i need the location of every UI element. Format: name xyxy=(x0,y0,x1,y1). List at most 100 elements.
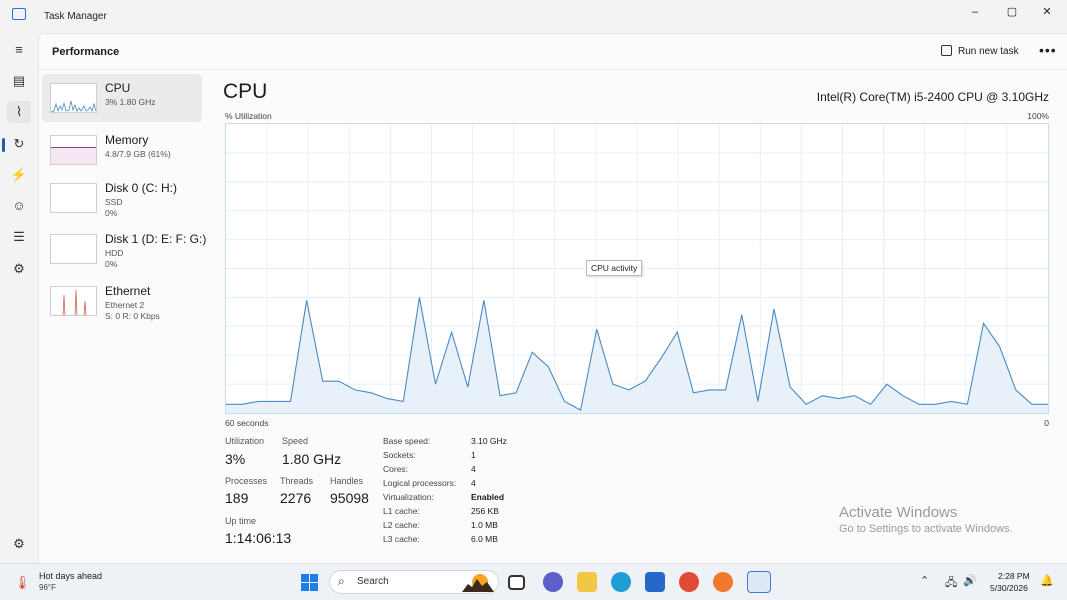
x-axis-start-label: 60 seconds xyxy=(225,418,269,428)
weather-title[interactable]: Hot days ahead xyxy=(39,571,102,581)
firefox-taskbar-icon[interactable] xyxy=(713,572,733,592)
spec-key: Virtualization: xyxy=(383,492,434,502)
search-highlight-icon xyxy=(462,574,494,592)
startup-apps-icon[interactable]: ⚡ xyxy=(7,164,31,186)
disk-0-thumbnail-graph xyxy=(50,183,97,213)
clock-date[interactable]: 5/30/2026 xyxy=(990,583,1028,593)
weather-temperature[interactable]: 96°F xyxy=(39,583,56,592)
processes-value: 189 xyxy=(225,490,249,506)
device-disk-0[interactable]: Disk 0 (C: H:) SSD 0% xyxy=(42,174,202,222)
settings-icon[interactable]: ⚙ xyxy=(7,533,31,555)
device-summary: 3% 1.80 GHz xyxy=(105,97,156,107)
minimize-button[interactable]: – xyxy=(958,0,992,24)
taskbar: 🌡 Hot days ahead 96°F ⌕ Search ⌃ 🖧 🔊 2:2… xyxy=(0,563,1067,600)
chrome-taskbar-icon[interactable] xyxy=(679,572,699,592)
performance-icon[interactable]: ⌇ xyxy=(7,101,31,123)
maximize-button[interactable]: ▢ xyxy=(995,0,1029,24)
spec-key: L3 cache: xyxy=(383,534,420,544)
activate-windows-subtitle: Go to Settings to activate Windows. xyxy=(839,523,1013,535)
spec-value: 4 xyxy=(471,464,476,474)
y-axis-max: 100% xyxy=(1027,111,1049,121)
page-title: Performance xyxy=(52,46,120,58)
device-name: Disk 0 (C: H:) xyxy=(105,181,177,195)
processes-icon[interactable]: ▤ xyxy=(7,70,31,92)
device-memory[interactable]: Memory 4.8/7.9 GB (61%) xyxy=(42,126,202,174)
app-history-icon[interactable]: ↻ xyxy=(7,133,31,155)
clock-time[interactable]: 2:28 PM xyxy=(998,571,1030,581)
chat-taskbar-icon[interactable] xyxy=(543,572,563,592)
device-ethernet[interactable]: Ethernet Ethernet 2 S: 0 R: 0 Kbps xyxy=(42,277,202,325)
services-icon[interactable]: ⚙ xyxy=(7,258,31,280)
spec-value: 1 xyxy=(471,450,476,460)
x-axis-end-label: 0 xyxy=(1044,418,1049,428)
notification-bell-icon[interactable]: 🔔 xyxy=(1040,574,1054,587)
device-usage: 0% xyxy=(105,259,118,269)
device-cpu[interactable]: CPU 3% 1.80 GHz xyxy=(42,74,202,122)
adapter-name: Ethernet 2 xyxy=(105,300,145,310)
device-name: Ethernet xyxy=(105,284,151,298)
task-view-icon[interactable] xyxy=(508,575,525,590)
processes-label: Processes xyxy=(225,476,268,486)
title-bar: Task Manager – ▢ ✕ xyxy=(0,0,1067,33)
more-options-button[interactable]: ••• xyxy=(1039,42,1057,58)
volume-icon[interactable]: 🔊 xyxy=(963,574,977,587)
spec-key: L1 cache: xyxy=(383,506,420,516)
threads-value: 2276 xyxy=(280,490,312,506)
taskbar-search-box[interactable]: ⌕ Search xyxy=(329,570,499,594)
network-icon[interactable]: 🖧 xyxy=(945,574,957,593)
utilization-label: Utilization xyxy=(225,436,265,446)
threads-label: Threads xyxy=(280,476,314,486)
spec-key: Base speed: xyxy=(383,436,431,446)
speed-label: Speed xyxy=(282,436,309,446)
edge-taskbar-icon[interactable] xyxy=(611,572,631,592)
close-button[interactable]: ✕ xyxy=(1030,0,1064,24)
device-summary: 4.8/7.9 GB (61%) xyxy=(105,149,171,159)
active-nav-indicator xyxy=(2,138,5,152)
task-manager-taskbar-icon[interactable] xyxy=(747,571,771,593)
windows-start-icon[interactable] xyxy=(301,574,318,591)
users-icon[interactable]: ☺ xyxy=(7,195,31,217)
spec-key: Logical processors: xyxy=(383,478,457,488)
hamburger-menu-icon[interactable]: ≡ xyxy=(7,39,31,61)
y-axis-label: % Utilization xyxy=(225,111,272,121)
uptime-label: Up time xyxy=(225,516,257,526)
uptime-value: 1:14:06:13 xyxy=(225,530,292,546)
panel-header: Performance Run new task ••• xyxy=(39,34,1067,70)
thermometer-icon[interactable]: 🌡 xyxy=(14,575,31,591)
spec-key: Cores: xyxy=(383,464,409,474)
run-new-task-button[interactable]: Run new task xyxy=(941,45,1019,57)
store-taskbar-icon[interactable] xyxy=(645,572,665,592)
device-name: CPU xyxy=(105,81,131,95)
nav-rail: ≡ ▤ ⌇ ↻ ⚡ ☺ ☰ ⚙ ⚙ xyxy=(0,33,38,563)
spec-value: Enabled xyxy=(471,492,505,502)
search-placeholder: Search xyxy=(357,576,389,587)
spec-key: Sockets: xyxy=(383,450,416,460)
utilization-value: 3% xyxy=(225,451,246,467)
speed-value: 1.80 GHz xyxy=(282,451,342,467)
cpu-model: Intel(R) Core(TM) i5-2400 CPU @ 3.10GHz xyxy=(816,90,1049,104)
activate-windows-title: Activate Windows xyxy=(839,504,958,521)
device-usage: 0% xyxy=(105,208,118,218)
cpu-thumbnail-graph xyxy=(50,83,97,113)
handles-label: Handles xyxy=(330,476,364,486)
cpu-activity-tooltip: CPU activity xyxy=(586,260,643,276)
device-type: SSD xyxy=(105,197,123,207)
spec-value: 4 xyxy=(471,478,476,488)
spec-value: 3.10 GHz xyxy=(471,436,507,446)
search-icon: ⌕ xyxy=(338,574,345,588)
detail-title: CPU xyxy=(223,80,268,103)
handles-value: 95098 xyxy=(330,490,369,506)
run-task-icon xyxy=(941,45,952,56)
spec-value: 1.0 MB xyxy=(471,520,498,530)
main-panel: Performance Run new task ••• CPU 3% 1.80… xyxy=(38,33,1067,563)
device-disk-1[interactable]: Disk 1 (D: E: F: G:) HDD 0% xyxy=(42,225,206,273)
show-hidden-icons-chevron-icon[interactable]: ⌃ xyxy=(920,574,929,587)
window-title: Task Manager xyxy=(44,11,107,22)
spec-key: L2 cache: xyxy=(383,520,420,530)
device-name: Disk 1 (D: E: F: G:) xyxy=(105,232,207,246)
file-explorer-taskbar-icon[interactable] xyxy=(577,572,597,592)
spec-value: 256 KB xyxy=(471,506,499,516)
details-icon[interactable]: ☰ xyxy=(7,226,31,248)
run-new-task-label: Run new task xyxy=(958,46,1019,57)
ethernet-thumbnail-graph xyxy=(50,286,97,316)
